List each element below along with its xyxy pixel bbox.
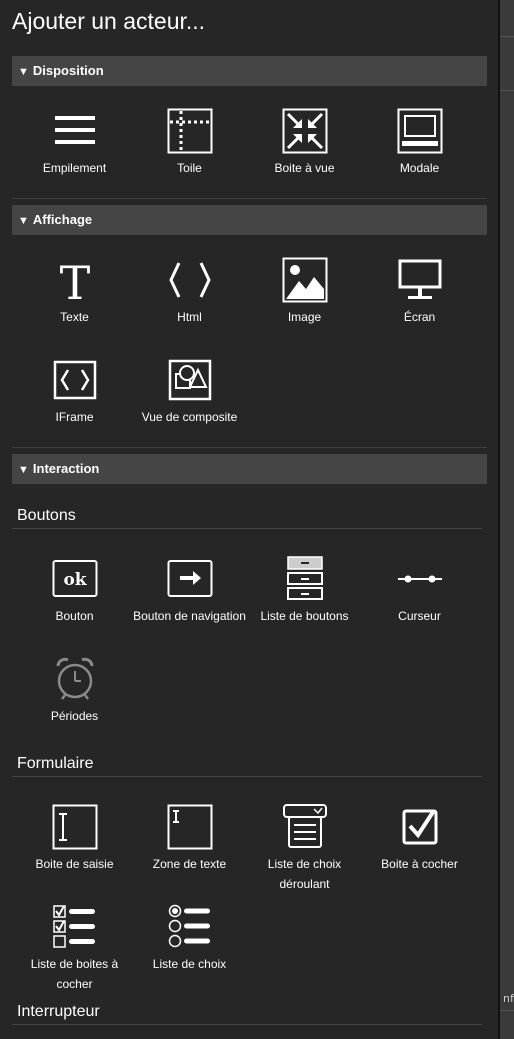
- tile-vue-de-composite[interactable]: Vue de composite: [132, 357, 247, 427]
- slider-icon: [397, 575, 442, 583]
- tile-toile[interactable]: Toile: [132, 108, 247, 178]
- tile-label: Boite de saisie: [35, 857, 114, 871]
- radio-list-icon: [168, 904, 210, 948]
- section-header-disposition[interactable]: ▼ Disposition: [12, 56, 487, 86]
- section-divider: [12, 198, 487, 199]
- tile-label: Image: [287, 310, 322, 324]
- svg-text:ok: ok: [63, 570, 87, 590]
- textarea-icon: [167, 804, 212, 850]
- tile-label: Texte: [60, 310, 89, 324]
- subheading-underline: [12, 1024, 482, 1025]
- subheading-underline: [12, 528, 482, 529]
- stack-icon: [54, 116, 95, 144]
- tile-label: IFrame: [55, 410, 94, 424]
- background-text-fragment: nfi: [503, 992, 514, 1005]
- tile-periodes[interactable]: Périodes: [17, 656, 132, 726]
- panel-title: Ajouter un acteur...: [12, 8, 206, 34]
- screen-icon: [398, 259, 441, 299]
- tile-label: Empilement: [42, 161, 107, 175]
- tile-image[interactable]: Image: [247, 257, 362, 327]
- collapse-triangle-icon: ▼: [18, 215, 29, 227]
- tile-label: Vue de composite: [141, 410, 238, 424]
- html-icon: [168, 262, 211, 298]
- collapse-triangle-icon: ▼: [18, 464, 29, 476]
- text-icon: T: [59, 257, 90, 303]
- tile-label: Boite à vue: [274, 161, 335, 175]
- tile-label: Bouton de navigation: [133, 609, 246, 623]
- alarm-clock-icon: [56, 657, 93, 700]
- background-divider: [500, 90, 514, 91]
- tile-bouton[interactable]: ok Bouton: [17, 556, 132, 626]
- tile-label: Toile: [177, 161, 202, 175]
- tile-boite-de-saisie[interactable]: Boite de saisie: [17, 804, 132, 874]
- canvas-icon: [167, 108, 212, 154]
- section-header-affichage[interactable]: ▼ Affichage: [12, 205, 487, 235]
- section-label: Disposition: [32, 63, 104, 78]
- modal-icon: [397, 108, 442, 154]
- tile-label: Boite à cocher: [381, 857, 458, 871]
- background-divider: [500, 36, 514, 37]
- tile-curseur[interactable]: Curseur: [362, 556, 477, 626]
- tile-liste-de-choix[interactable]: Liste de choix: [132, 904, 247, 974]
- tile-label: Liste de choix déroulant: [267, 857, 342, 891]
- add-actor-panel: Ajouter un acteur... ▼ Disposition Empile…: [0, 0, 500, 1039]
- navigation-button-icon: [167, 560, 212, 597]
- collapse-triangle-icon: ▼: [18, 66, 29, 78]
- tile-label: Liste de boutons: [260, 609, 349, 623]
- tile-empilement[interactable]: Empilement: [17, 108, 132, 178]
- composite-view-icon: [168, 359, 211, 401]
- tile-texte[interactable]: T Texte: [17, 257, 132, 327]
- background-divider: [500, 1010, 514, 1011]
- iframe-icon: [53, 360, 96, 400]
- tile-modale[interactable]: Modale: [362, 108, 477, 178]
- tile-label: Écran: [403, 310, 436, 324]
- tile-label: Bouton: [55, 609, 94, 623]
- tile-boite-a-cocher[interactable]: Boite à cocher: [362, 804, 477, 874]
- tile-liste-de-boites-a-cocher[interactable]: Liste de boites à cocher: [17, 904, 132, 994]
- tile-label: Html: [177, 310, 202, 324]
- ok-button-icon: ok: [52, 560, 97, 597]
- tile-liste-de-boutons[interactable]: Liste de boutons: [247, 556, 362, 626]
- subheading-formulaire: Formulaire: [17, 755, 94, 772]
- background-app-edge: nfi: [500, 0, 514, 1039]
- dropdown-list-icon: [282, 804, 327, 848]
- tile-label: Curseur: [398, 609, 441, 623]
- checkbox-icon: [402, 809, 437, 845]
- tile-label: Liste de boites à cocher: [30, 957, 119, 991]
- tile-label: Zone de texte: [152, 857, 227, 871]
- tile-liste-de-choix-deroulant[interactable]: Liste de choix déroulant: [247, 804, 362, 894]
- tile-bouton-de-navigation[interactable]: Bouton de navigation: [132, 556, 247, 626]
- section-label: Interaction: [32, 461, 100, 476]
- button-list-icon: [286, 556, 323, 600]
- tile-html[interactable]: Html: [132, 257, 247, 327]
- viewbox-icon: [282, 108, 327, 154]
- tile-label: Périodes: [50, 709, 99, 723]
- tile-boite-a-vue[interactable]: Boite à vue: [247, 108, 362, 178]
- section-label: Affichage: [32, 212, 93, 227]
- tile-zone-de-texte[interactable]: Zone de texte: [132, 804, 247, 874]
- tile-iframe[interactable]: IFrame: [17, 357, 132, 427]
- checkbox-list-icon: [52, 905, 95, 948]
- section-divider: [12, 447, 487, 448]
- svg-text:T: T: [59, 257, 90, 303]
- subheading-underline: [12, 776, 482, 777]
- tile-ecran[interactable]: Écran: [362, 257, 477, 327]
- tile-label: Liste de choix: [152, 957, 227, 971]
- subheading-interrupteur: Interrupteur: [17, 1003, 100, 1020]
- image-icon: [282, 257, 327, 303]
- input-box-icon: [52, 804, 97, 850]
- section-header-interaction[interactable]: ▼ Interaction: [12, 454, 487, 484]
- subheading-boutons: Boutons: [17, 507, 76, 524]
- tile-label: Modale: [399, 161, 440, 175]
